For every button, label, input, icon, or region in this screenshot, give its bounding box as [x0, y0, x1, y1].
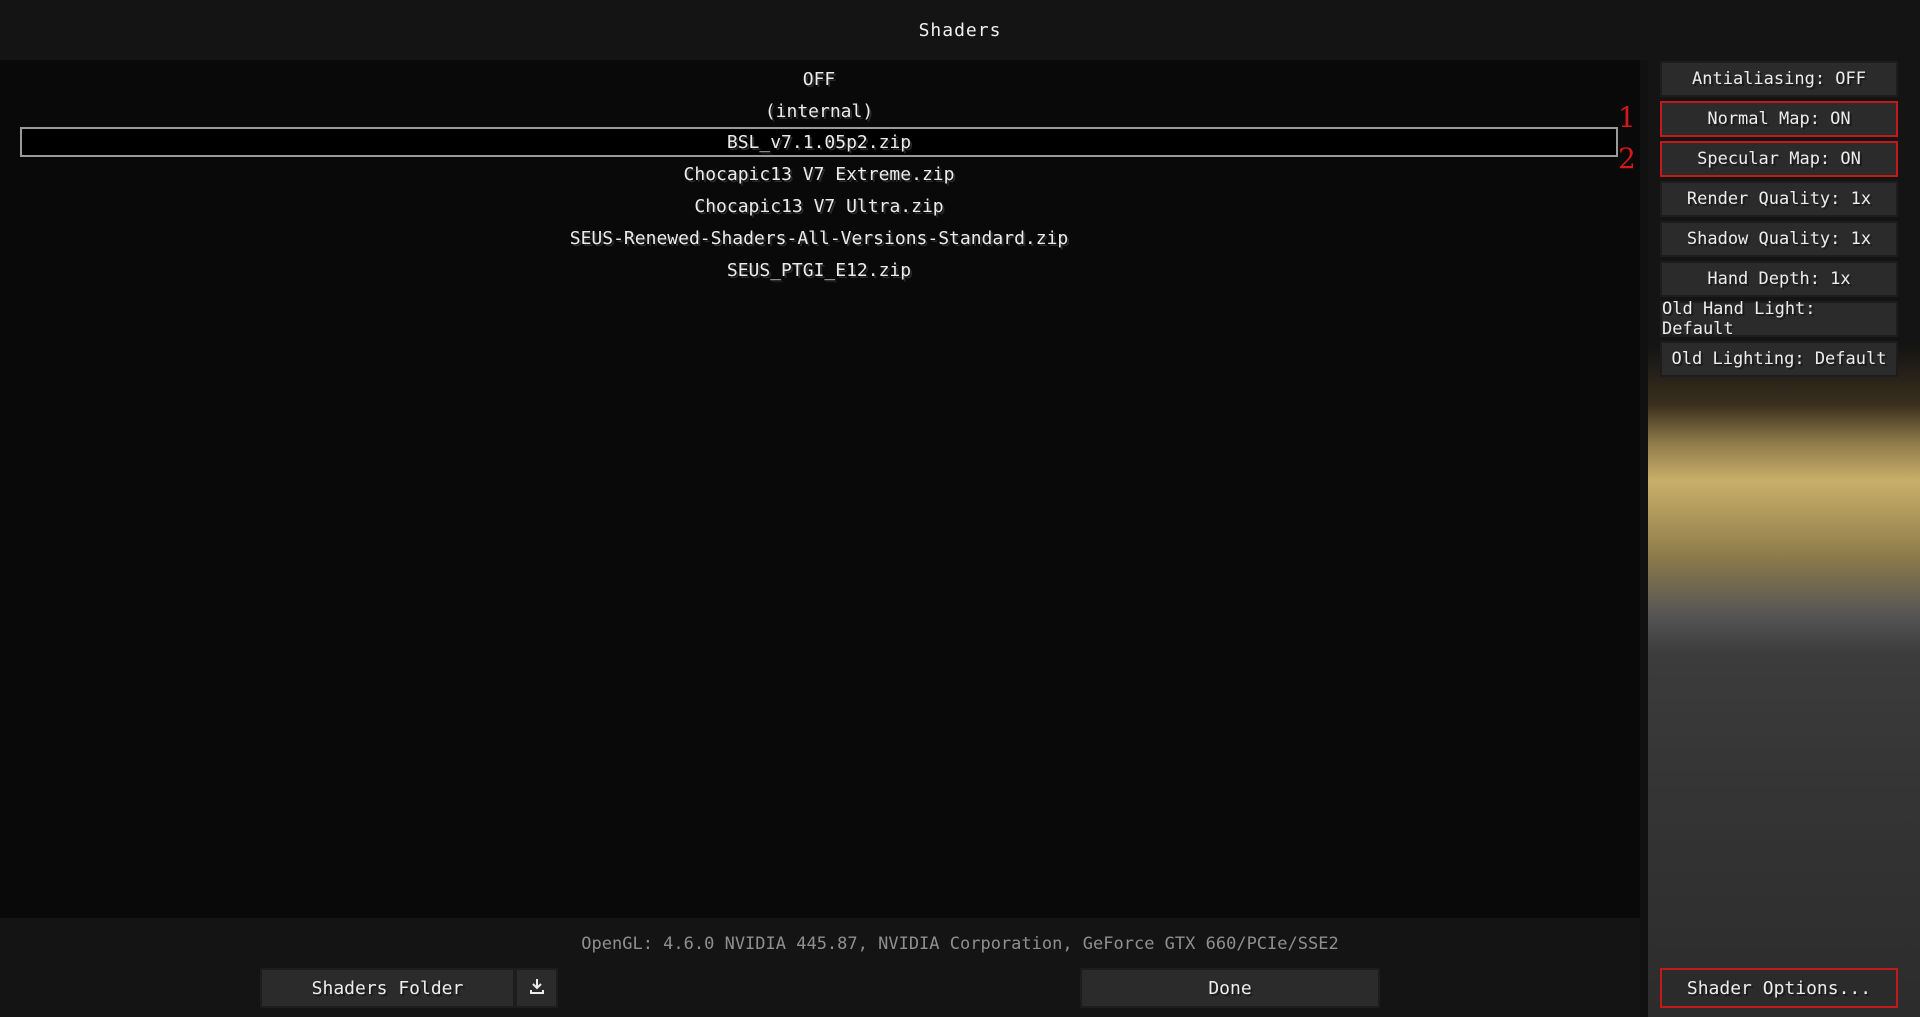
shaders-folder-button[interactable]: Shaders Folder: [260, 968, 515, 1008]
shader-item-seus-renewed[interactable]: SEUS-Renewed-Shaders-All-Versions-Standa…: [20, 223, 1618, 253]
shader-list[interactable]: OFF (internal) BSL_v7.1.05p2.zip Chocapi…: [0, 60, 1640, 918]
shader-item-internal[interactable]: (internal): [20, 96, 1618, 126]
shader-options-button[interactable]: Shader Options...: [1660, 968, 1898, 1008]
shader-item-chocapic-ultra[interactable]: Chocapic13 V7 Ultra.zip: [20, 191, 1618, 221]
footer: [0, 918, 1640, 1017]
hand-depth-button[interactable]: Hand Depth: 1x: [1660, 261, 1898, 297]
specular-map-button[interactable]: Specular Map: ON: [1660, 141, 1898, 177]
old-lighting-button[interactable]: Old Lighting: Default: [1660, 341, 1898, 377]
normal-map-button[interactable]: Normal Map: ON: [1660, 101, 1898, 137]
antialiasing-button[interactable]: Antialiasing: OFF: [1660, 61, 1898, 97]
opengl-info: OpenGL: 4.6.0 NVIDIA 445.87, NVIDIA Corp…: [581, 934, 1339, 954]
shaders-screen: Shaders OFF (internal) BSL_v7.1.05p2.zip…: [0, 0, 1920, 1017]
shader-item-seus-ptgi[interactable]: SEUS_PTGI_E12.zip: [20, 255, 1618, 285]
shader-item-bsl[interactable]: BSL_v7.1.05p2.zip: [20, 127, 1618, 157]
render-quality-button[interactable]: Render Quality: 1x: [1660, 181, 1898, 217]
world-edge: [1640, 60, 1648, 1017]
done-button[interactable]: Done: [1080, 968, 1380, 1008]
download-icon: [527, 976, 547, 1001]
annotation-1: 1: [1618, 101, 1636, 134]
annotation-2: 2: [1618, 142, 1636, 175]
shader-item-off[interactable]: OFF: [20, 64, 1618, 94]
old-hand-light-button[interactable]: Old Hand Light: Default: [1660, 299, 1898, 339]
header: Shaders: [0, 0, 1920, 60]
shadow-quality-button[interactable]: Shadow Quality: 1x: [1660, 221, 1898, 257]
download-button[interactable]: [515, 968, 558, 1008]
shader-item-chocapic-extreme[interactable]: Chocapic13 V7 Extreme.zip: [20, 159, 1618, 189]
page-title: Shaders: [918, 19, 1002, 41]
